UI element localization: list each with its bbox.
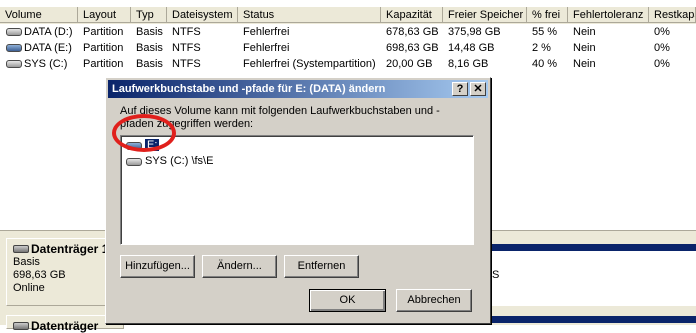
cell-layout: Partition xyxy=(83,26,124,38)
list-item[interactable]: E: xyxy=(125,138,160,153)
cell-restkapazitaet: 0% xyxy=(654,42,670,54)
cell-layout: Partition xyxy=(83,42,124,54)
column-header-fehlertoleranz[interactable]: Fehlertoleranz xyxy=(568,7,649,23)
dialog-description: Auf dieses Volume kann mit folgenden Lau… xyxy=(120,105,440,130)
disk-icon xyxy=(13,245,29,253)
cell-freier-speicher: 8,16 GB xyxy=(448,58,489,70)
cell-fehlertoleranz: Nein xyxy=(573,26,596,38)
table-row[interactable]: SYS (C:) Partition Basis NTFS Fehlerfrei… xyxy=(0,56,696,72)
partition-header-band xyxy=(486,244,696,251)
change-button[interactable]: Ändern... xyxy=(202,255,277,278)
drive-icon xyxy=(126,142,142,150)
dialog-titlebar[interactable]: Laufwerkbuchstabe und -pfade für E: (DAT… xyxy=(108,80,488,98)
cell-restkapazitaet: 0% xyxy=(654,26,670,38)
cell-status: Fehlerfrei xyxy=(243,26,290,38)
disk-icon xyxy=(13,322,29,330)
partition-label: S xyxy=(492,269,500,281)
disk-title-text: Datenträger xyxy=(31,319,99,333)
list-item[interactable]: SYS (C:) \fs\E xyxy=(125,154,213,169)
cell-dateisystem: NTFS xyxy=(172,42,201,54)
remove-button[interactable]: Entfernen xyxy=(284,255,359,278)
column-header-kapazitaet[interactable]: Kapazität xyxy=(381,7,443,23)
table-row[interactable]: DATA (D:) Partition Basis NTFS Fehlerfre… xyxy=(0,24,696,40)
cell-kapazitaet: 20,00 GB xyxy=(386,58,433,70)
column-header-volume[interactable]: Volume xyxy=(0,7,78,23)
column-header-status[interactable]: Status xyxy=(238,7,381,23)
ok-button[interactable]: OK xyxy=(309,289,386,312)
cell-prozent-frei: 40 % xyxy=(532,58,558,70)
column-header-prozent-frei[interactable]: % frei xyxy=(527,7,568,23)
help-button[interactable]: ? xyxy=(452,82,468,96)
table-row[interactable]: DATA (E:) Partition Basis NTFS Fehlerfre… xyxy=(0,40,696,56)
list-item-label: E: xyxy=(145,139,160,151)
cell-prozent-frei: 55 % xyxy=(532,26,558,38)
column-header-typ[interactable]: Typ xyxy=(131,7,167,23)
cell-restkapazitaet: 0% xyxy=(654,58,670,70)
cell-freier-speicher: 375,98 GB xyxy=(448,26,501,38)
cell-layout: Partition xyxy=(83,58,124,70)
cell-dateisystem: NTFS xyxy=(172,26,201,38)
column-header-dateisystem[interactable]: Dateisystem xyxy=(167,7,238,23)
drive-icon xyxy=(126,158,142,166)
cell-fehlertoleranz: Nein xyxy=(573,42,596,54)
cell-dateisystem: NTFS xyxy=(172,58,201,70)
cell-fehlertoleranz: Nein xyxy=(573,58,596,70)
close-button[interactable]: ✕ xyxy=(470,82,486,96)
column-header-freier-speicher[interactable]: Freier Speicher xyxy=(443,7,527,23)
cell-volume: DATA (E:) xyxy=(24,42,72,54)
cell-kapazitaet: 698,63 GB xyxy=(386,42,439,54)
add-button[interactable]: Hinzufügen... xyxy=(120,255,195,278)
dialog-title: Laufwerkbuchstabe und -pfade für E: (DAT… xyxy=(112,83,386,95)
partition-header-band xyxy=(486,316,696,323)
cell-typ: Basis xyxy=(136,26,163,38)
column-header-row: Volume Layout Typ Dateisystem Status Kap… xyxy=(0,7,696,24)
cell-freier-speicher: 14,48 GB xyxy=(448,42,495,54)
cell-typ: Basis xyxy=(136,58,163,70)
cell-status: Fehlerfrei xyxy=(243,42,290,54)
column-header-restkapazitaet[interactable]: Restkapa xyxy=(649,7,696,23)
list-item-label: SYS (C:) \fs\E xyxy=(145,155,214,167)
cell-typ: Basis xyxy=(136,42,163,54)
cell-kapazitaet: 678,63 GB xyxy=(386,26,439,38)
cell-status: Fehlerfrei (Systempartition) xyxy=(243,58,376,70)
column-header-layout[interactable]: Layout xyxy=(78,7,131,23)
change-drive-letter-dialog: Laufwerkbuchstabe und -pfade für E: (DAT… xyxy=(105,77,491,324)
cancel-button[interactable]: Abbrechen xyxy=(396,289,472,312)
path-listbox[interactable]: E: SYS (C:) \fs\E xyxy=(120,135,474,245)
disk-title-text: Datenträger 1 xyxy=(31,242,109,256)
cell-prozent-frei: 2 % xyxy=(532,42,551,54)
cell-volume: DATA (D:) xyxy=(24,26,73,38)
partition-block[interactable]: S xyxy=(486,251,696,306)
cell-volume: SYS (C:) xyxy=(24,58,68,70)
